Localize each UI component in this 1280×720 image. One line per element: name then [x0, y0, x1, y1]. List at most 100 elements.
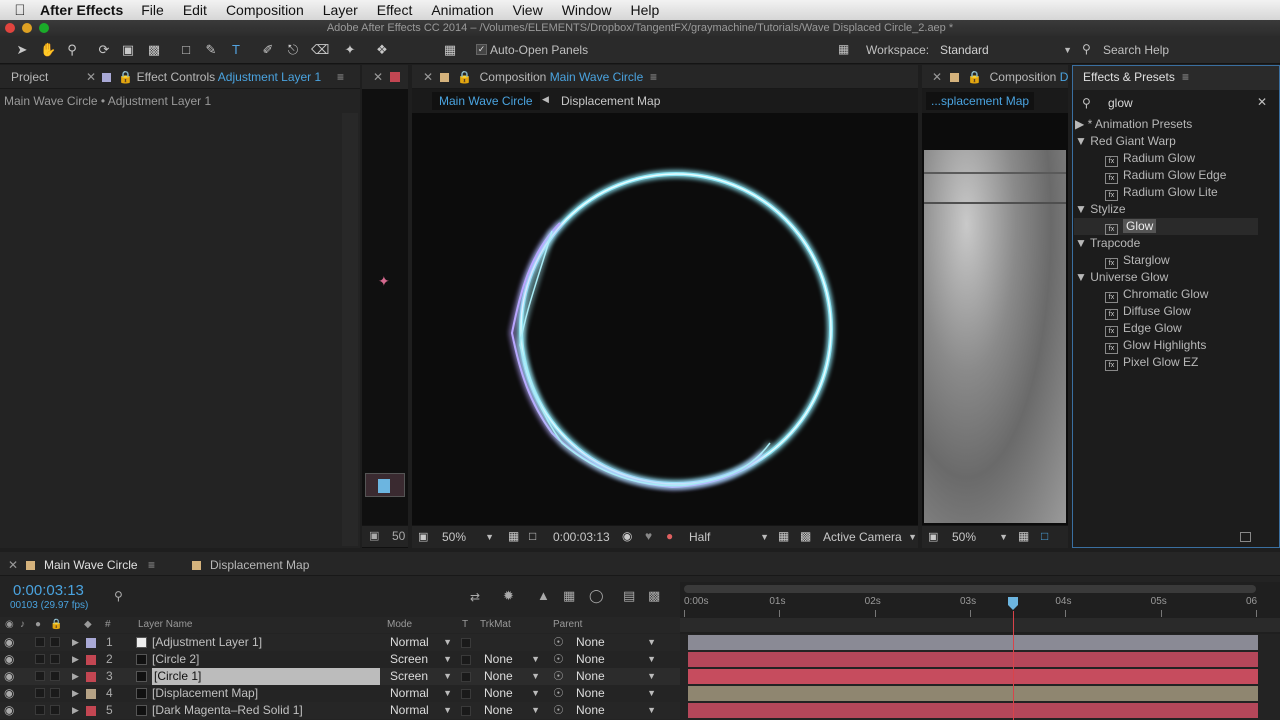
mode-select[interactable]: Screen ▼ — [390, 651, 452, 668]
menu-file[interactable]: File — [141, 2, 164, 18]
current-time-indicator[interactable] — [378, 479, 390, 493]
tab-timeline-main[interactable]: Main Wave Circle — [26, 553, 138, 577]
solo-toggle[interactable] — [35, 654, 45, 664]
parent-select[interactable]: None ▼ — [576, 702, 656, 719]
solo-toggle[interactable] — [35, 637, 45, 647]
label-color-swatch[interactable] — [86, 706, 96, 716]
visibility-eye-icon[interactable]: ◉ — [4, 702, 14, 719]
tab-composition[interactable]: 🔒 Composition Main Wave Circle — [440, 65, 643, 89]
expand-triangle-icon[interactable]: ▶ — [72, 702, 79, 719]
tree-item[interactable]: ▼ Universe Glow — [1075, 269, 1168, 286]
layer-row[interactable]: ◉ ▶ 5 [Dark Magenta–Red Solid 1] Normal ▼ None… — [0, 702, 680, 719]
close-window-icon[interactable] — [5, 23, 15, 33]
safe-margins-icon[interactable]: ▦ — [508, 529, 519, 543]
solo-toggle[interactable] — [35, 688, 45, 698]
layer-duration-bar[interactable] — [688, 652, 1258, 667]
layer-name[interactable]: [Circle 2] — [152, 651, 199, 668]
auto-open-panels-checkbox[interactable]: ✓ — [476, 44, 487, 55]
parent-select[interactable]: None ▼ — [576, 685, 656, 702]
timeline-timecode[interactable]: 0:00:03:13 — [13, 582, 84, 599]
search-help-field[interactable]: Search Help — [1103, 43, 1169, 57]
panel-menu-icon[interactable]: ≡ — [148, 553, 155, 577]
tree-item[interactable]: fx Radium Glow Edge — [1105, 167, 1226, 184]
menu-edit[interactable]: Edit — [183, 2, 207, 18]
flow-active-comp[interactable]: Main Wave Circle — [432, 92, 540, 110]
solo-toggle[interactable] — [35, 671, 45, 681]
zoom-window-icon[interactable] — [39, 23, 49, 33]
camera-select[interactable]: Active Camera ▼ — [823, 530, 917, 544]
rectangle-tool-icon[interactable]: □ — [178, 42, 194, 58]
effects-search-input[interactable]: glow — [1108, 96, 1258, 110]
new-folder-icon[interactable] — [1240, 532, 1251, 542]
label-color-swatch[interactable] — [86, 672, 96, 682]
magnification-icon[interactable]: ▣ — [928, 530, 938, 543]
rotate-tool-icon[interactable]: ⟳ — [96, 42, 112, 58]
tab-effect-controls[interactable]: 🔒 Effect Controls Adjustment Layer 1 — [102, 65, 321, 89]
mask-visibility-icon[interactable]: □ — [529, 529, 536, 543]
lock-toggle[interactable] — [50, 671, 60, 681]
close-tab-icon[interactable]: ✕ — [86, 65, 96, 89]
workspace-select[interactable]: Standard ▼ — [940, 43, 1072, 57]
local-axis-icon[interactable]: ▦ — [442, 42, 458, 58]
preserve-transparency-toggle[interactable] — [461, 706, 471, 716]
tree-item[interactable]: fx Starglow — [1105, 252, 1170, 269]
trkmat-select[interactable]: None ▼ — [484, 651, 540, 668]
preserve-transparency-toggle[interactable] — [461, 655, 471, 665]
work-area-bar[interactable] — [684, 585, 1256, 593]
menu-window[interactable]: Window — [562, 2, 612, 18]
expand-triangle-icon[interactable]: ▶ — [72, 651, 79, 668]
pick-whip-icon[interactable]: ☉ — [553, 685, 564, 702]
tab-timeline-displacement[interactable]: Displacement Map — [192, 553, 309, 577]
shy-layers-icon[interactable]: ▲ — [537, 588, 550, 603]
preserve-transparency-toggle[interactable] — [461, 672, 471, 682]
safe-margins-icon[interactable]: ▦ — [1018, 529, 1029, 543]
close-tab-icon[interactable]: ✕ — [373, 65, 383, 89]
layer-row[interactable]: ◉ ▶ 4 [Displacement Map] Normal ▼ None ▼ ☉ None ▼ — [0, 685, 680, 702]
visibility-eye-icon[interactable]: ◉ — [4, 634, 14, 651]
tree-item[interactable]: ▼ Red Giant Warp — [1075, 133, 1176, 150]
menu-effect[interactable]: Effect — [377, 2, 413, 18]
tree-item-selected[interactable]: fx Glow — [1105, 218, 1157, 235]
layer-duration-bar[interactable] — [688, 686, 1258, 701]
trkmat-select[interactable]: None ▼ — [484, 668, 540, 685]
visibility-eye-icon[interactable]: ◉ — [4, 668, 14, 685]
menu-help[interactable]: Help — [631, 2, 660, 18]
layer-row[interactable]: ◉ ▶ 1 [Adjustment Layer 1] Normal ▼ ☉ None ▼ — [0, 634, 680, 651]
panel-menu-icon[interactable]: ≡ — [1182, 65, 1189, 89]
roto-brush-tool-icon[interactable]: ✦ — [342, 42, 358, 58]
tree-item[interactable]: fx Diffuse Glow — [1105, 303, 1191, 320]
clone-stamp-tool-icon[interactable]: ⎋ — [285, 42, 301, 58]
minimize-window-icon[interactable] — [22, 23, 32, 33]
expand-triangle-icon[interactable]: ▶ — [72, 668, 79, 685]
composition-canvas[interactable] — [412, 113, 918, 525]
type-tool-icon[interactable]: T — [228, 42, 244, 58]
mode-select[interactable]: Screen ▼ — [390, 668, 452, 685]
label-color-swatch[interactable] — [86, 655, 96, 665]
tree-item[interactable]: fx Pixel Glow EZ — [1105, 354, 1198, 371]
menu-layer[interactable]: Layer — [323, 2, 358, 18]
expand-triangle-icon[interactable]: ▶ — [72, 685, 79, 702]
panel-menu-icon[interactable]: ≡ — [650, 65, 657, 89]
tree-item[interactable]: ▶ * Animation Presets — [1075, 116, 1192, 133]
resolution-select[interactable]: Half ▼ — [689, 530, 769, 544]
solo-toggle[interactable] — [35, 705, 45, 715]
close-tab-icon[interactable]: ✕ — [932, 65, 942, 89]
layer-duration-bar[interactable] — [688, 669, 1258, 684]
panel-menu-icon[interactable]: ≡ — [337, 65, 344, 89]
layer-name[interactable]: [Circle 1] — [152, 668, 380, 685]
pick-whip-icon[interactable]: ☉ — [553, 651, 564, 668]
tab-effects-presets[interactable]: Effects & Presets — [1083, 65, 1175, 89]
layer-row[interactable]: ◉ ▶ 3 [Circle 1] Screen ▼ None ▼ ☉ None ▼ — [0, 668, 680, 685]
brush-tool-icon[interactable]: ✐ — [260, 42, 276, 58]
tree-item[interactable]: fx Radium Glow Lite — [1105, 184, 1218, 201]
flow-active-comp[interactable]: ...splacement Map — [926, 92, 1035, 110]
tab-project[interactable]: Project — [11, 65, 48, 89]
layer-row[interactable]: ◉ ▶ 2 [Circle 2] Screen ▼ None ▼ ☉ None ▼ — [0, 651, 680, 668]
layer-name[interactable]: [Displacement Map] — [152, 685, 258, 702]
mask-visibility-icon[interactable]: □ — [1041, 529, 1048, 543]
pan-behind-tool-icon[interactable]: ▩ — [146, 42, 162, 58]
label-color-swatch[interactable] — [86, 689, 96, 699]
label-color-swatch[interactable] — [86, 638, 96, 648]
region-of-interest-icon[interactable]: ▣ — [369, 529, 379, 542]
current-time-indicator[interactable] — [1007, 597, 1019, 611]
